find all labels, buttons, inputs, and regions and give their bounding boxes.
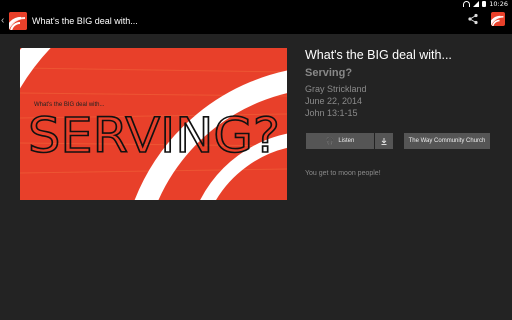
sermon-title: Serving? bbox=[305, 67, 353, 79]
app-logo-icon[interactable] bbox=[491, 12, 505, 26]
sermon-meta: Gray Strickland June 22, 2014 John 13:1-… bbox=[305, 83, 505, 119]
action-buttons: 🎧 Listen The Way Community Church bbox=[306, 133, 490, 149]
series-title: What's the BIG deal with... bbox=[305, 48, 452, 62]
app-logo-icon[interactable] bbox=[9, 12, 27, 30]
listen-label: Listen bbox=[338, 138, 355, 144]
speaker-name: Gray Strickland bbox=[305, 84, 367, 94]
battery-icon bbox=[482, 1, 487, 7]
sermon-details: What's the BIG deal with... Serving? Gra… bbox=[305, 48, 505, 119]
action-bar-title: What's the BIG deal with... bbox=[32, 16, 138, 26]
listen-button[interactable]: 🎧 Listen bbox=[306, 133, 374, 149]
status-bar: 10:26 bbox=[0, 0, 512, 8]
sermon-date: June 22, 2014 bbox=[305, 96, 363, 106]
share-icon[interactable] bbox=[467, 13, 479, 25]
church-label: The Way Community Church bbox=[408, 138, 486, 144]
headphones-icon: 🎧 bbox=[325, 138, 335, 145]
download-icon bbox=[381, 137, 387, 145]
wifi-icon bbox=[463, 1, 471, 7]
artwork-main-text: SERVING? bbox=[28, 108, 280, 164]
status-clock: 10:26 bbox=[489, 0, 508, 8]
sermon-description: You get to moon people! bbox=[305, 170, 381, 177]
download-button[interactable] bbox=[375, 133, 393, 149]
action-bar: ‹ What's the BIG deal with... bbox=[0, 8, 512, 34]
back-arrow-icon[interactable]: ‹ bbox=[1, 8, 9, 34]
sermon-artwork: What's the BIG deal with... SERVING? bbox=[20, 48, 287, 200]
signal-icon bbox=[473, 1, 480, 7]
scripture-passage: John 13:1-15 bbox=[305, 108, 358, 118]
church-button[interactable]: The Way Community Church bbox=[404, 133, 490, 149]
